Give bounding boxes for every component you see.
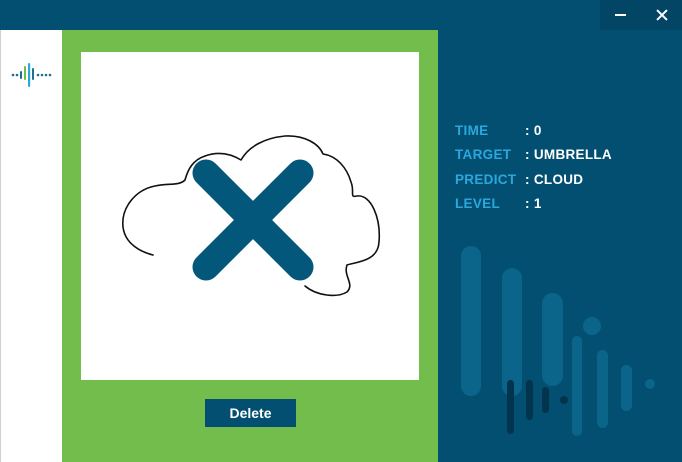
- info-panel: TIME : 0 TARGET : UMBRELLA PREDICT : CLO…: [438, 30, 682, 462]
- stats-list: TIME : 0 TARGET : UMBRELLA PREDICT : CLO…: [455, 118, 612, 216]
- minimize-button[interactable]: [600, 0, 641, 30]
- stat-label: TARGET: [455, 147, 512, 163]
- window-controls: [600, 0, 682, 30]
- stat-time: TIME : 0: [455, 118, 612, 143]
- sound-wave-icon: [11, 63, 52, 87]
- equalizer-decoration: [461, 246, 655, 436]
- close-button[interactable]: [641, 0, 682, 30]
- stat-label: PREDICT: [455, 171, 517, 187]
- stat-value: : CLOUD: [525, 171, 584, 187]
- stat-value: : UMBRELLA: [525, 147, 612, 163]
- stat-label: LEVEL: [455, 196, 501, 212]
- drawing-panel: Delete: [62, 30, 438, 462]
- stat-value: : 0: [525, 122, 542, 138]
- drawing-canvas[interactable]: [81, 52, 419, 380]
- delete-button[interactable]: Delete: [205, 399, 296, 427]
- title-bar[interactable]: [0, 0, 682, 30]
- stat-target: TARGET : UMBRELLA: [455, 143, 612, 168]
- stat-level: LEVEL : 1: [455, 192, 612, 217]
- minimize-icon: [615, 14, 626, 16]
- sidebar: [0, 30, 62, 462]
- stat-predict: PREDICT : CLOUD: [455, 167, 612, 192]
- x-mark-icon: [192, 159, 314, 281]
- stat-value: : 1: [525, 196, 542, 212]
- app-window: Delete TIME : 0 TARGET: UMBRELLA PREDIC…: [0, 0, 682, 462]
- stat-label: TIME: [455, 122, 489, 138]
- close-icon: [656, 9, 668, 21]
